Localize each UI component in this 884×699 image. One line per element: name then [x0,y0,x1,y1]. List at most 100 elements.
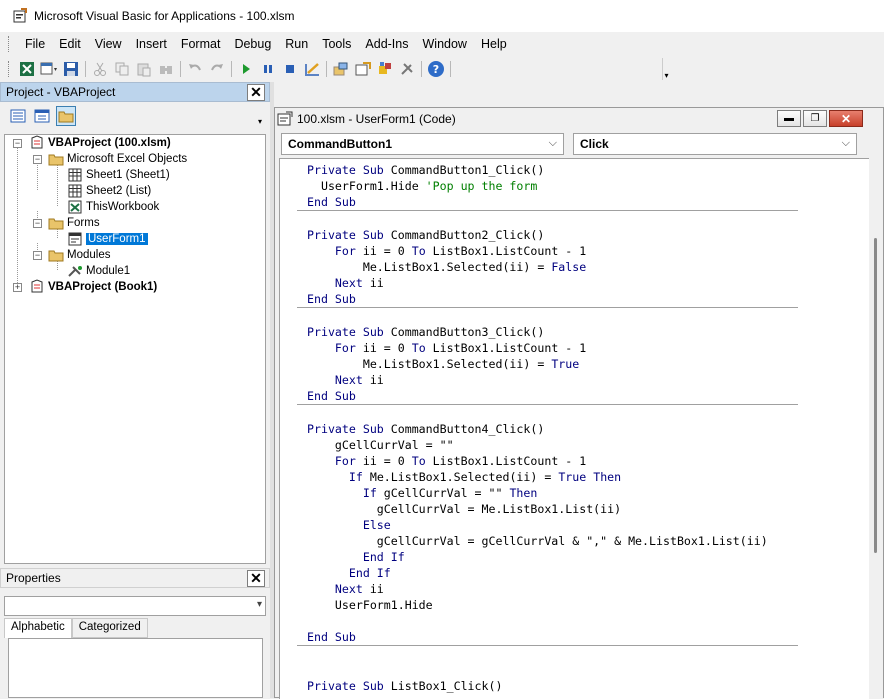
menu-format[interactable]: Format [174,37,228,51]
menubar-grip[interactable] [8,36,12,52]
code-line[interactable]: UserForm1.Hide 'Pop up the form [307,178,768,194]
code-line[interactable]: For ii = 0 To ListBox1.ListCount - 1 [307,453,768,469]
object-browser-button[interactable] [374,58,396,80]
tree-item-excel-objects[interactable]: Microsoft Excel Objects [48,151,187,167]
code-line[interactable]: End If [307,565,768,581]
code-line[interactable]: End Sub [307,388,768,404]
collapse-toggle[interactable]: − [13,139,22,148]
tab-alphabetic[interactable]: Alphabetic [4,618,72,638]
menu-debug[interactable]: Debug [227,37,278,51]
tree-item-sheet1[interactable]: Sheet1 (Sheet1) [67,167,170,183]
properties-object-select[interactable]: ▾ [4,596,266,616]
code-line[interactable]: Private Sub CommandButton1_Click() [307,162,768,178]
undo-button[interactable] [184,58,206,80]
tree-item-vbaproject-book1[interactable]: VBAProject (Book1) [29,279,157,295]
menu-edit[interactable]: Edit [52,37,88,51]
collapse-toggle[interactable]: − [33,155,42,164]
close-button[interactable]: ✕ [829,110,863,127]
view-code-button[interactable] [8,106,28,126]
toggle-folders-button[interactable] [56,106,76,126]
code-line[interactable]: Private Sub CommandButton4_Click() [307,421,768,437]
menu-view[interactable]: View [88,37,129,51]
procedure-combo[interactable]: Click ⌵ [573,133,857,155]
code-line[interactable]: End Sub [307,629,768,645]
toolbox-button[interactable] [396,58,418,80]
tree-item-userform1[interactable]: UserForm1 [67,231,148,247]
restore-button[interactable]: ❐ [803,110,827,127]
tree-item-vbaproject-100[interactable]: VBAProject (100.xlsm) [29,135,171,151]
code-line[interactable]: Me.ListBox1.Selected(ii) = False [307,259,768,275]
menu-addins[interactable]: Add-Ins [358,37,415,51]
expand-toggle[interactable]: + [13,283,22,292]
code-line[interactable]: Me.ListBox1.Selected(ii) = True [307,356,768,372]
menu-help[interactable]: Help [474,37,514,51]
code-line[interactable]: gCellCurrVal = "" [307,437,768,453]
properties-grid[interactable] [8,638,263,698]
code-line[interactable] [307,211,768,227]
code-margin-indicator-bar[interactable] [280,159,296,699]
code-line[interactable]: For ii = 0 To ListBox1.ListCount - 1 [307,340,768,356]
code-line[interactable]: Next ii [307,275,768,291]
code-line[interactable] [307,646,768,662]
code-line[interactable]: End Sub [307,194,768,210]
reset-button[interactable] [279,58,301,80]
cut-button[interactable] [89,58,111,80]
code-line[interactable]: UserForm1.Hide [307,597,768,613]
code-line[interactable]: End If [307,549,768,565]
run-button[interactable] [235,58,257,80]
insert-userform-button[interactable] [38,58,60,80]
code-line[interactable]: If gCellCurrVal = "" Then [307,485,768,501]
save-button[interactable] [60,58,82,80]
collapse-toggle[interactable]: − [33,251,42,260]
paste-button[interactable] [133,58,155,80]
code-line[interactable]: For ii = 0 To ListBox1.ListCount - 1 [307,243,768,259]
project-panel-close-button[interactable]: ✕ [247,84,265,101]
excel-icon [20,62,34,76]
code-line[interactable] [307,405,768,421]
code-line[interactable]: Private Sub CommandButton3_Click() [307,324,768,340]
minimize-button[interactable]: ▬ [777,110,801,127]
tree-item-thisworkbook[interactable]: ThisWorkbook [67,199,159,215]
view-object-button[interactable] [32,106,52,126]
properties-window-button[interactable] [352,58,374,80]
code-line[interactable]: End Sub [307,291,768,307]
menu-tools[interactable]: Tools [315,37,358,51]
toolbar-grip[interactable] [8,61,12,77]
find-button[interactable] [155,58,177,80]
code-line[interactable]: Private Sub CommandButton2_Click() [307,227,768,243]
properties-panel-close-button[interactable]: ✕ [247,570,265,587]
view-excel-button[interactable] [16,58,38,80]
code-line[interactable]: gCellCurrVal = Me.ListBox1.List(ii) [307,501,768,517]
code-line[interactable]: gCellCurrVal = gCellCurrVal & "," & Me.L… [307,533,768,549]
menu-insert[interactable]: Insert [129,37,174,51]
project-explorer-button[interactable] [330,58,352,80]
tree-item-module1[interactable]: Module1 [67,263,130,279]
scrollbar-thumb[interactable] [874,238,877,553]
code-line[interactable]: If Me.ListBox1.Selected(ii) = True Then [307,469,768,485]
code-vertical-scrollbar[interactable] [869,158,883,699]
code-line[interactable] [307,308,768,324]
help-button[interactable]: ? [425,58,447,80]
menu-file[interactable]: File [18,37,52,51]
toolbar-options-chevron[interactable]: ▾ [662,58,670,80]
code-line[interactable]: Next ii [307,372,768,388]
tab-categorized[interactable]: Categorized [71,618,148,638]
code-editor[interactable]: Private Sub CommandButton1_Click() UserF… [279,158,871,699]
menu-window[interactable]: Window [416,37,474,51]
design-mode-button[interactable] [301,58,323,80]
copy-button[interactable] [111,58,133,80]
menu-run[interactable]: Run [278,37,315,51]
tree-item-modules[interactable]: Modules [48,247,110,263]
collapse-toggle[interactable]: − [33,219,42,228]
code-line[interactable]: Else [307,517,768,533]
tree-item-sheet2[interactable]: Sheet2 (List) [67,183,151,199]
code-line[interactable]: Private Sub ListBox1_Click() [307,678,768,694]
tree-item-forms[interactable]: Forms [48,215,100,231]
code-line[interactable] [307,613,768,629]
break-button[interactable] [257,58,279,80]
code-line[interactable] [307,662,768,678]
object-combo[interactable]: CommandButton1 ⌵ [281,133,564,155]
code-line[interactable]: Next ii [307,581,768,597]
redo-button[interactable] [206,58,228,80]
project-toolbar-chevron[interactable]: ▾ [258,106,267,126]
